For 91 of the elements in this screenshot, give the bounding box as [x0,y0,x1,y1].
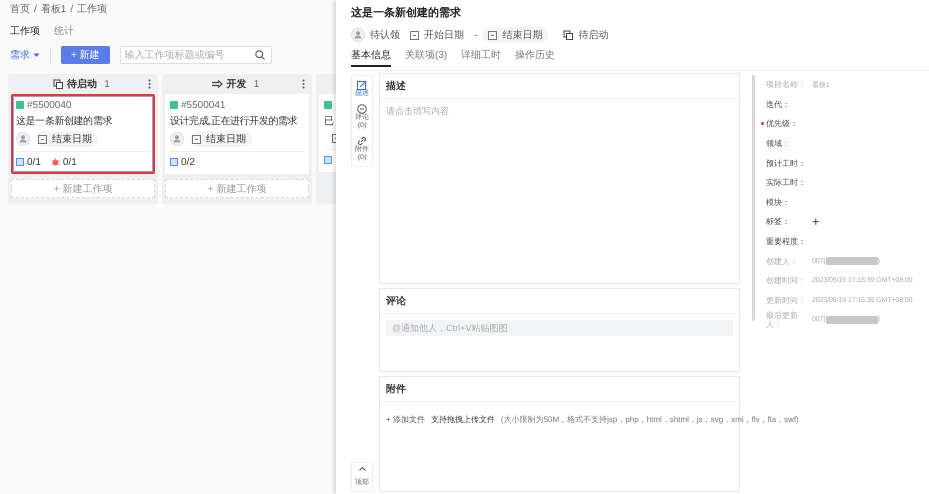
type-dropdown[interactable]: 需求 [10,48,40,62]
calendar-icon [38,134,47,144]
user-avatar-icon [16,132,30,146]
task-icon [324,156,332,164]
column-title: 待启动 [67,77,98,91]
add-file-link[interactable]: + 添加文件 [386,414,425,425]
item-title: 这是一条新创建的需求 [16,115,114,128]
due-date-label: 结束日期 [52,132,92,146]
status-label: 待启动 [578,28,608,42]
calendar-icon [488,30,498,40]
search-field[interactable]: 输入工作项标题或编号 [120,46,272,64]
task-icon [16,158,24,166]
due-date-label: 结束日期 [206,132,246,146]
page-tab[interactable]: 统计 [54,24,74,38]
start-date-picker[interactable]: 开始日期 [410,27,469,43]
detail-tab[interactable]: 操作历史 [515,48,556,67]
add-tag-button[interactable]: + [812,214,820,230]
requirement-icon [170,101,178,109]
breadcrumb-link[interactable]: 首页 [10,2,30,16]
assignee-selector[interactable]: 待认领 [351,27,405,43]
comment-icon [357,104,367,114]
user-avatar-icon [351,28,365,42]
task-icon [170,158,178,166]
item-title: 这是一条新创建的需求 [351,6,462,21]
column-count: 1 [254,78,260,90]
link-icon [357,136,367,146]
upload-note: (大小限制为50M，格式不支持jsp，php，html，shtml，js，svg，xml，flv，fla，swf) [500,414,799,425]
dropdown-label: 需求 [10,48,30,62]
copy-icon [563,30,574,40]
breadcrumb-link[interactable]: 看板1 [40,2,66,16]
calendar-icon [410,30,419,40]
end-date-picker[interactable]: 结束日期 [482,27,548,43]
field-label: 迭代： [766,100,791,109]
field-label: 预计工时： [766,158,807,168]
column-count: 1 [104,78,110,90]
field-label: 创建人： [766,256,799,266]
item-title: 已 [324,115,335,128]
field-label: 优先级： [766,119,799,128]
chevron-up-icon [358,467,366,471]
work-item-card[interactable]: #5500041 设计完成,正在进行开发的需求 结束日期 0/2 [165,94,309,174]
field-label: 实际工时： [766,178,807,188]
more-icon [148,79,151,89]
count-text: 0/1 [27,156,41,168]
item-id: #5500040 [27,100,72,110]
field-label: 标签： [766,217,791,226]
field-label: 最后更新人： [766,310,799,329]
copy-icon [53,79,64,89]
section-title: 附件 [380,377,739,402]
caret-icon [33,52,40,58]
start-date-label: 开始日期 [424,28,464,42]
section-title: 评论 [380,289,739,314]
field-label: 领域： [766,139,791,148]
item-title: 设计完成,正在进行开发的需求 [170,115,298,128]
date-separator: - [474,30,478,40]
arrow-icon [212,80,223,88]
work-item-card[interactable]: 已 [319,94,336,172]
requirement-icon [16,101,24,109]
field-label: 创建时间： [766,276,807,286]
detail-tab[interactable]: 关联项(3) [405,48,448,67]
count-text: 0/2 [181,156,195,168]
detail-tab[interactable]: 基本信息 [351,48,391,67]
more-icon [302,79,305,89]
status-selector[interactable]: 待启动 [563,27,614,43]
column-title: 开发 [226,78,247,91]
scrollbar[interactable] [752,75,755,321]
field-label: 模块： [766,198,791,207]
requirement-icon [324,101,332,109]
edit-icon [357,80,367,90]
field-label: 重要程度： [766,237,807,246]
field-label: 项目名称： [766,80,807,90]
breadcrumb-separator: / [34,4,37,14]
breadcrumb-link[interactable]: 工作项 [77,2,108,16]
page-tab[interactable]: 工作项 [10,24,40,38]
upload-hint: 支持拖拽上传文件 [430,414,495,425]
item-id: #5500041 [181,100,226,110]
breadcrumb-separator: / [70,4,74,14]
due-date-chip[interactable]: 结束日期 [36,131,98,147]
due-date-chip[interactable]: 结束日期 [190,131,252,147]
bug-icon [50,158,60,166]
calendar-icon [192,134,201,144]
new-button[interactable]: + 新建 [61,46,110,64]
work-item-card[interactable]: #5500040 这是一条新创建的需求 结束日期 0/1 0/1 [11,94,155,174]
user-avatar-icon [170,132,184,146]
field-label: 更新时间： [766,296,807,305]
assignee-label: 待认领 [370,28,400,42]
comment-input[interactable]: @通知他人，Ctrl+V粘贴图图 [386,320,733,336]
detail-tab[interactable]: 详细工时 [461,48,502,67]
search-icon [254,50,265,60]
section-title: 描述 [380,74,739,99]
end-date-label: 结束日期 [502,28,542,42]
count-text: 0/1 [62,156,77,168]
